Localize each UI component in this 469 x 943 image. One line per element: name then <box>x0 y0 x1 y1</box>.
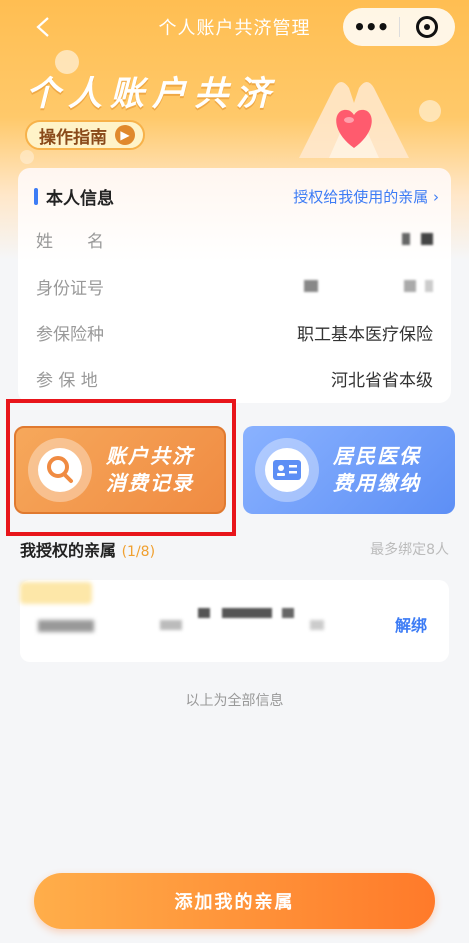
heart-hands-icon <box>299 82 409 158</box>
unbind-button[interactable]: 解绑 <box>395 612 427 636</box>
info-label: 参保险种 <box>36 324 104 345</box>
masked-avatar <box>20 582 92 604</box>
masked-text <box>198 608 210 618</box>
info-label: 姓 名 <box>36 231 104 252</box>
id-card-icon-svg <box>265 448 309 492</box>
section-title-text: 我授权的亲属 <box>20 541 117 560</box>
masked-text <box>401 233 410 245</box>
tile-label-line: 居民医保 <box>333 444 421 468</box>
relative-count: (1/8) <box>121 544 156 560</box>
masked-text <box>310 620 324 630</box>
navbar: 个人账户共济管理 ••• <box>0 0 469 54</box>
target-icon <box>416 16 439 38</box>
relative-item: 解绑 <box>20 580 449 662</box>
chevron-left-icon <box>36 17 49 37</box>
chevron-right-icon: › <box>433 187 439 206</box>
info-value-masked <box>401 229 433 249</box>
card-header: 本人信息 授权给我使用的亲属 › <box>34 184 439 209</box>
max-bind-hint: 最多绑定8人 <box>370 542 449 558</box>
info-label: 参 保 地 <box>36 370 98 391</box>
more-dots-icon: ••• <box>353 15 389 39</box>
guide-button[interactable]: 操作指南 ▶ <box>25 120 145 150</box>
highlight-box <box>6 399 236 536</box>
masked-text <box>304 280 319 292</box>
resident-insurance-payment-tile[interactable]: 居民医保 费用缴纳 <box>243 426 455 514</box>
masked-text <box>38 620 94 632</box>
tile-label: 居民医保 费用缴纳 <box>333 443 421 497</box>
masked-text <box>282 608 294 618</box>
info-value: 职工基本医疗保险 <box>297 324 433 345</box>
tile-label-line: 费用缴纳 <box>333 471 421 495</box>
info-row-insurance: 参保险种 职工基本医疗保险 <box>36 320 433 345</box>
link-text: 授权给我使用的亲属 <box>293 187 429 206</box>
info-value-masked <box>304 276 433 296</box>
info-label: 身份证号 <box>36 278 104 299</box>
page-title: 个人账户共济管理 <box>158 18 311 39</box>
decor-bubble <box>20 150 34 164</box>
section-title: 我授权的亲属 (1/8) <box>20 537 155 561</box>
title-bar <box>34 187 38 205</box>
end-of-list-text: 以上为全部信息 <box>185 693 284 709</box>
back-button[interactable] <box>28 12 58 42</box>
mini-program-capsule: ••• <box>343 8 455 46</box>
guide-label: 操作指南 <box>39 127 107 148</box>
add-relative-button[interactable]: 添加我的亲属 <box>34 873 435 929</box>
card-title-text: 本人信息 <box>46 188 114 209</box>
chevron-right-icon: ▶ <box>115 125 135 145</box>
id-card-icon <box>255 438 319 502</box>
authorized-to-me-link[interactable]: 授权给我使用的亲属 › <box>293 186 439 207</box>
relatives-section-header: 我授权的亲属 (1/8) 最多绑定8人 <box>20 538 449 560</box>
hero-title: 个人账户共济 <box>26 74 278 114</box>
masked-text <box>425 280 433 292</box>
masked-text <box>421 233 433 245</box>
more-button[interactable]: ••• <box>343 15 399 39</box>
personal-info-card: 本人信息 授权给我使用的亲属 › 姓 名 身份证号 参保险种 职工基本医疗保险 … <box>18 168 451 403</box>
masked-text <box>160 620 182 630</box>
info-row-id: 身份证号 <box>36 274 433 299</box>
masked-text <box>403 280 416 292</box>
close-button[interactable] <box>400 16 456 38</box>
masked-text <box>222 608 272 618</box>
info-value: 河北省省本级 <box>331 370 433 391</box>
info-row-location: 参 保 地 河北省省本级 <box>36 366 433 391</box>
info-row-name: 姓 名 <box>36 227 433 252</box>
card-title: 本人信息 <box>34 184 114 209</box>
